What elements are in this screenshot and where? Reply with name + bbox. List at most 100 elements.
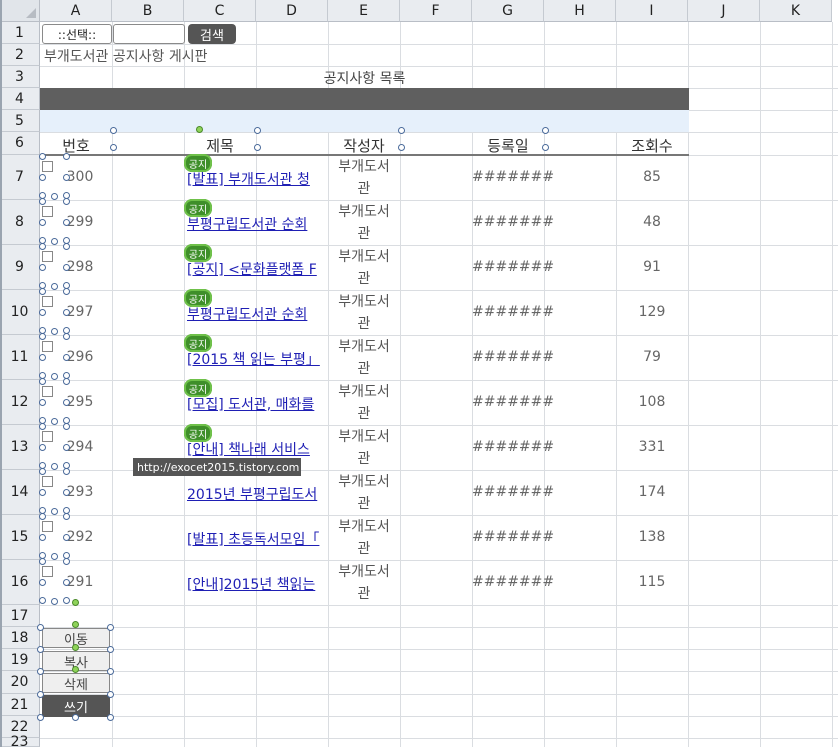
selection-handle[interactable] [39, 399, 46, 406]
selection-handle[interactable] [39, 558, 46, 565]
selection-handle[interactable] [63, 558, 70, 565]
selection-handle[interactable] [63, 198, 70, 205]
selection-handle[interactable] [51, 418, 58, 425]
selection-handle[interactable] [107, 714, 114, 721]
row-header-14[interactable]: 14 [0, 470, 40, 515]
rotate-handle[interactable] [196, 126, 203, 133]
row-header-6[interactable]: 6 [0, 132, 40, 155]
selection-handle[interactable] [63, 468, 70, 475]
post-title-link[interactable]: [발표] 초등독서모임「 [187, 529, 327, 549]
post-title-link[interactable]: 부평구립도서관 순회 [187, 304, 327, 324]
row-header-13[interactable]: 13 [0, 425, 40, 470]
row-checkbox[interactable] [42, 251, 53, 262]
selection-handle[interactable] [63, 597, 70, 604]
search-button[interactable]: 검색 [188, 24, 236, 44]
selection-handle[interactable] [39, 468, 46, 475]
selection-handle[interactable] [51, 193, 58, 200]
row-header-16[interactable]: 16 [0, 560, 40, 605]
category-select[interactable]: ::선택:: [42, 24, 112, 44]
selection-handle[interactable] [254, 127, 261, 134]
column-header-d[interactable]: D [256, 0, 328, 22]
selection-handle[interactable] [107, 668, 114, 675]
selection-handle[interactable] [63, 354, 70, 361]
selection-handle[interactable] [63, 378, 70, 385]
select-all-corner[interactable] [0, 0, 40, 22]
selection-handle[interactable] [51, 508, 58, 515]
selection-handle[interactable] [51, 553, 58, 560]
selection-handle[interactable] [398, 127, 405, 134]
row-checkbox[interactable] [42, 476, 53, 487]
row-header-15[interactable]: 15 [0, 515, 40, 560]
column-header-c[interactable]: C [184, 0, 256, 22]
selection-handle[interactable] [39, 534, 46, 541]
column-header-k[interactable]: K [760, 0, 832, 22]
selection-handle[interactable] [37, 668, 44, 675]
selection-handle[interactable] [51, 373, 58, 380]
selection-handle[interactable] [63, 333, 70, 340]
selection-handle[interactable] [39, 288, 46, 295]
selection-handle[interactable] [37, 691, 44, 698]
rotate-handle[interactable] [72, 666, 79, 673]
row-checkbox[interactable] [42, 296, 53, 307]
row-header-11[interactable]: 11 [0, 335, 40, 380]
column-header-i[interactable]: I [616, 0, 688, 22]
selection-handle[interactable] [72, 714, 79, 721]
selection-handle[interactable] [110, 144, 117, 151]
selection-handle[interactable] [63, 423, 70, 430]
selection-handle[interactable] [63, 264, 70, 271]
row-header-3[interactable]: 3 [0, 66, 40, 88]
row-header-20[interactable]: 20 [0, 671, 40, 694]
post-title-link[interactable]: [모집] 도서관, 매화를 [187, 394, 327, 414]
post-title-link[interactable]: [2015 책 읽는 부평」 [187, 349, 327, 369]
row-checkbox[interactable] [42, 341, 53, 352]
selection-handle[interactable] [39, 333, 46, 340]
selection-handle[interactable] [39, 174, 46, 181]
selection-handle[interactable] [542, 127, 549, 134]
row-header-1[interactable]: 1 [0, 22, 40, 44]
row-checkbox[interactable] [42, 206, 53, 217]
rotate-handle[interactable] [72, 644, 79, 651]
selection-handle[interactable] [39, 489, 46, 496]
selection-handle[interactable] [51, 463, 58, 470]
selection-handle[interactable] [51, 238, 58, 245]
selection-handle[interactable] [63, 579, 70, 586]
row-header-5[interactable]: 5 [0, 110, 40, 132]
selection-handle[interactable] [63, 309, 70, 316]
row-header-18[interactable]: 18 [0, 627, 40, 649]
post-title-link[interactable]: [안내]2015년 책읽는 [187, 574, 327, 594]
post-title-link[interactable]: [안내] 책나래 서비스 [187, 439, 327, 459]
row-header-7[interactable]: 7 [0, 155, 40, 200]
delete-button[interactable]: 삭제 [42, 673, 110, 693]
column-header-b[interactable]: B [112, 0, 184, 22]
row-header-12[interactable]: 12 [0, 380, 40, 425]
post-title-link[interactable]: 2015년 부평구립도서 [187, 484, 327, 504]
selection-handle[interactable] [37, 714, 44, 721]
selection-handle[interactable] [63, 243, 70, 250]
selection-handle[interactable] [51, 328, 58, 335]
selection-handle[interactable] [107, 624, 114, 631]
row-checkbox[interactable] [42, 431, 53, 442]
row-header-2[interactable]: 2 [0, 44, 40, 66]
selection-handle[interactable] [39, 198, 46, 205]
row-header-19[interactable]: 19 [0, 649, 40, 671]
selection-handle[interactable] [254, 144, 261, 151]
selection-handle[interactable] [107, 646, 114, 653]
selection-handle[interactable] [39, 354, 46, 361]
post-title-link[interactable]: [발표] 부개도서관 청 [187, 169, 327, 189]
selection-handle[interactable] [39, 309, 46, 316]
row-header-21[interactable]: 21 [0, 694, 40, 716]
selection-handle[interactable] [39, 513, 46, 520]
search-input[interactable] [113, 24, 185, 44]
row-header-10[interactable]: 10 [0, 290, 40, 335]
selection-handle[interactable] [63, 219, 70, 226]
row-checkbox[interactable] [42, 521, 53, 532]
selection-handle[interactable] [51, 283, 58, 290]
selection-handle[interactable] [63, 174, 70, 181]
selection-handle[interactable] [63, 153, 70, 160]
selection-handle[interactable] [39, 597, 46, 604]
selection-handle[interactable] [39, 378, 46, 385]
row-header-9[interactable]: 9 [0, 245, 40, 290]
selection-handle[interactable] [37, 624, 44, 631]
selection-handle[interactable] [63, 513, 70, 520]
row-header-4[interactable]: 4 [0, 88, 40, 110]
